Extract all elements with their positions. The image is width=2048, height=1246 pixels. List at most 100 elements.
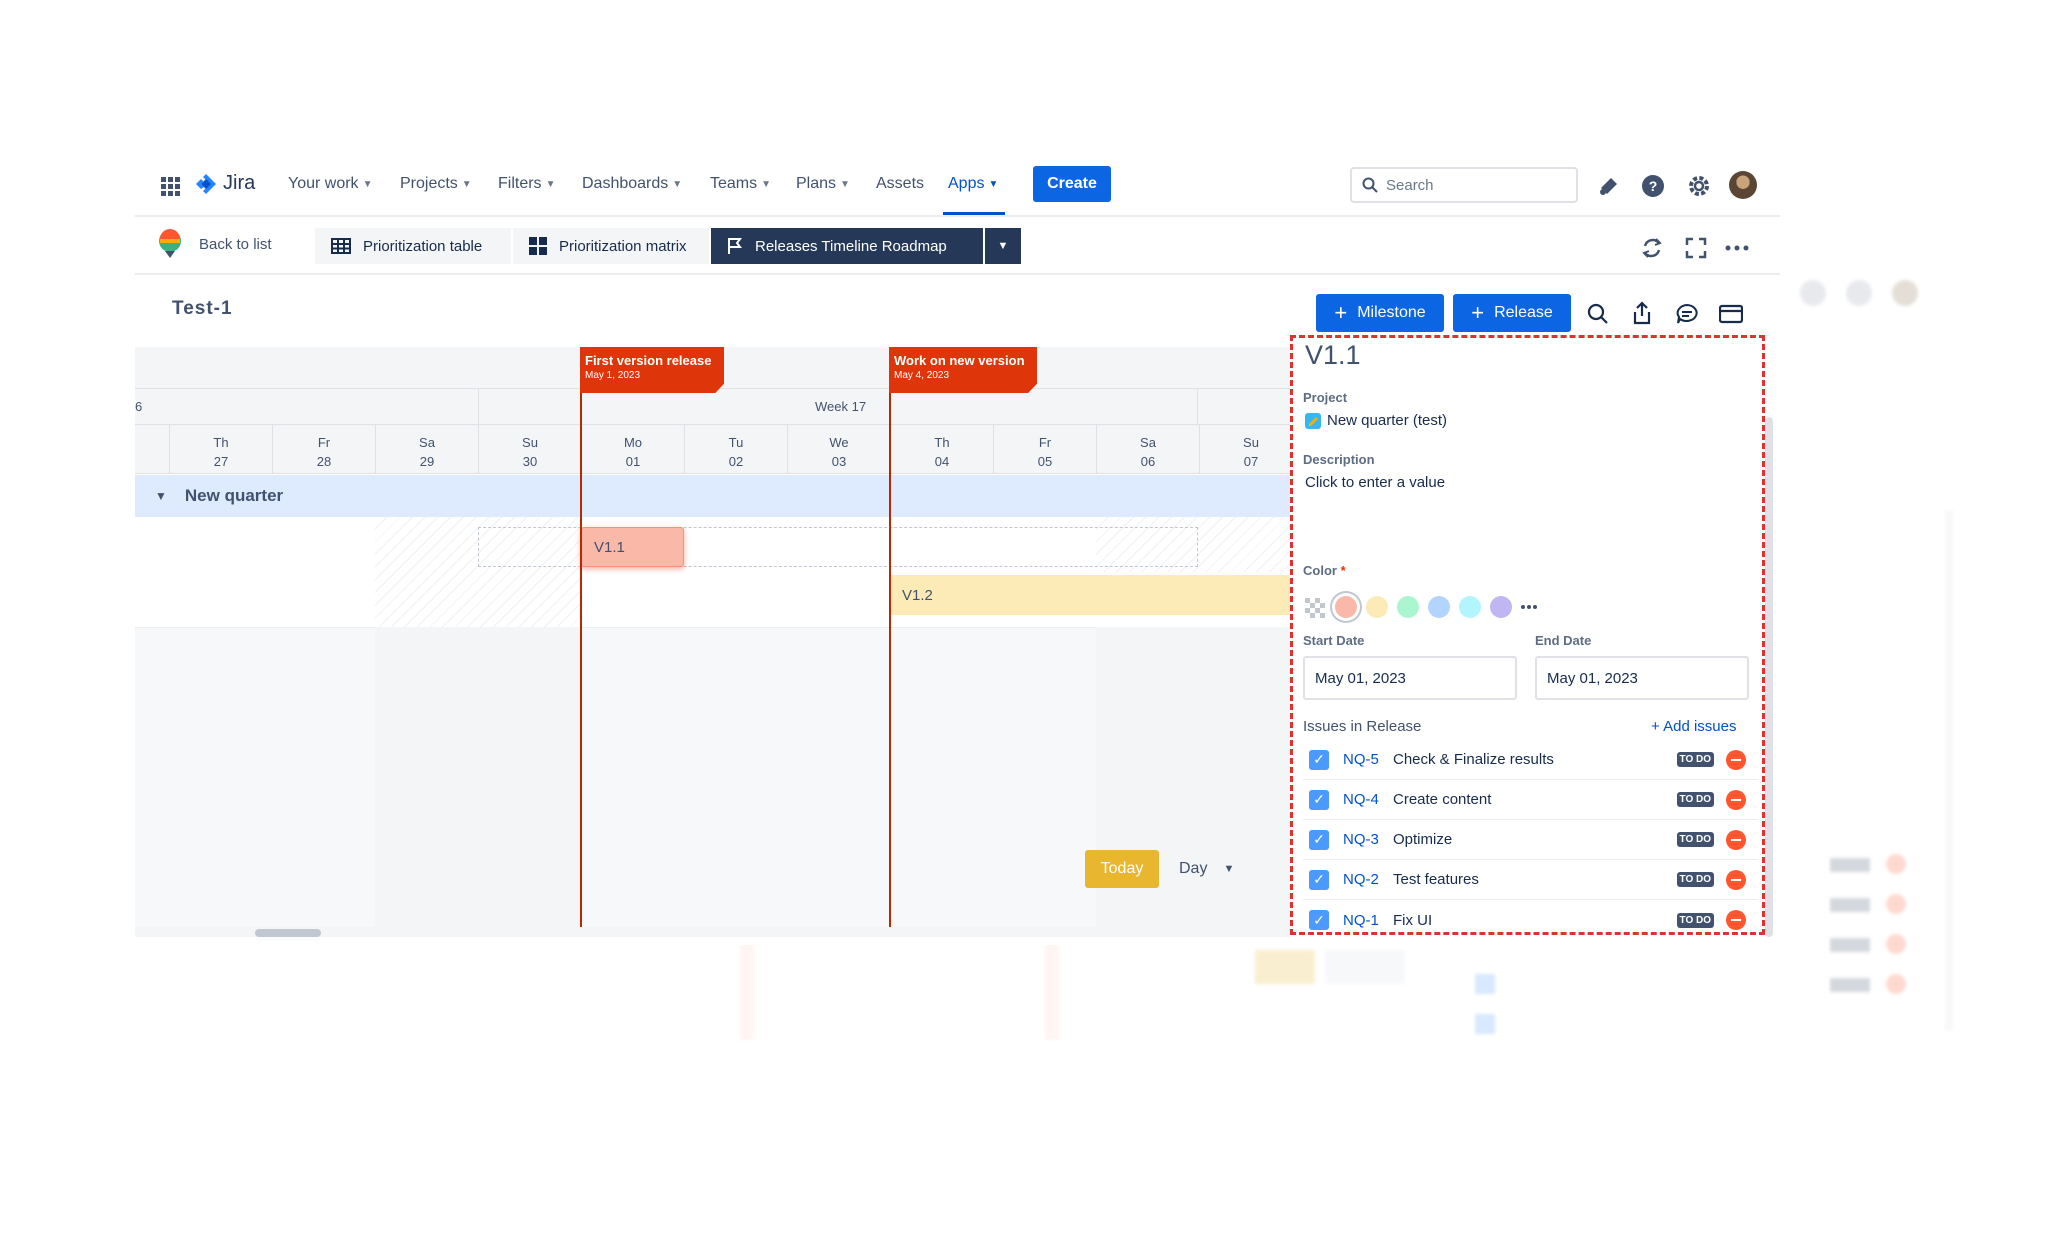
milestone-title: Work on new version bbox=[894, 353, 1025, 368]
chevron-down-icon[interactable]: ▼ bbox=[155, 489, 167, 503]
tab-label: Prioritization table bbox=[363, 237, 483, 255]
timeline-week-row: 6 Week 17 bbox=[135, 389, 1290, 425]
refresh-icon[interactable] bbox=[1641, 237, 1663, 259]
jira-logo[interactable]: Jira bbox=[195, 172, 255, 195]
start-date-label: Start Date bbox=[1303, 633, 1365, 648]
milestone-date: May 1, 2023 bbox=[585, 370, 641, 381]
nav-label: Apps bbox=[948, 175, 985, 192]
issue-checkbox[interactable]: ✓ bbox=[1309, 829, 1329, 850]
issue-key-link[interactable]: NQ-1 bbox=[1343, 912, 1393, 929]
nav-teams[interactable]: Teams ▼ bbox=[710, 175, 771, 193]
more-colors-icon[interactable] bbox=[1521, 604, 1537, 610]
tab-menu-dropdown[interactable]: ▼ bbox=[985, 228, 1021, 264]
nav-projects[interactable]: Projects ▼ bbox=[400, 175, 472, 193]
color-swatch[interactable] bbox=[1428, 596, 1450, 618]
issue-row[interactable]: ✓ NQ-5 Check & Finalize results TO DO bbox=[1303, 740, 1758, 780]
search-icon[interactable] bbox=[1587, 303, 1609, 325]
remove-issue-icon[interactable] bbox=[1726, 829, 1746, 850]
issue-checkbox[interactable]: ✓ bbox=[1309, 869, 1329, 890]
color-swatch[interactable] bbox=[1397, 596, 1419, 618]
week-divider bbox=[478, 389, 479, 425]
remove-issue-icon[interactable] bbox=[1726, 789, 1746, 810]
weekend-column bbox=[1096, 627, 1290, 937]
app-switcher-icon[interactable] bbox=[161, 177, 181, 197]
nav-apps[interactable]: Apps ▼ bbox=[948, 175, 998, 193]
back-to-list-button[interactable]: Back to list bbox=[157, 229, 272, 259]
issue-row[interactable]: ✓ NQ-4 Create content TO DO bbox=[1303, 780, 1758, 820]
description-field[interactable]: Click to enter a value bbox=[1305, 474, 1745, 544]
fullscreen-icon[interactable] bbox=[1685, 237, 1707, 259]
add-milestone-button[interactable]: + Milestone bbox=[1316, 294, 1444, 332]
comment-icon[interactable] bbox=[1675, 303, 1699, 325]
start-date-input[interactable]: May 01, 2023 bbox=[1303, 656, 1517, 700]
issue-key-link[interactable]: NQ-4 bbox=[1343, 791, 1393, 808]
zoom-level-select[interactable]: Day ▼ bbox=[1165, 850, 1257, 888]
day-cell: Fr 05 bbox=[993, 425, 1096, 474]
tab-releases-timeline-roadmap[interactable]: Releases Timeline Roadmap bbox=[711, 228, 983, 264]
nav-label: Dashboards bbox=[582, 175, 669, 192]
vertical-scrollbar[interactable] bbox=[1765, 417, 1773, 937]
settings-gear-icon[interactable] bbox=[1687, 174, 1711, 198]
project-value[interactable]: New quarter (test) bbox=[1305, 412, 1447, 429]
user-avatar[interactable] bbox=[1729, 171, 1757, 199]
release-title[interactable]: V1.1 bbox=[1305, 340, 1361, 371]
active-nav-indicator bbox=[943, 212, 1005, 215]
issue-key-link[interactable]: NQ-2 bbox=[1343, 871, 1393, 888]
color-swatch[interactable] bbox=[1366, 596, 1388, 618]
status-badge: TO DO bbox=[1676, 872, 1714, 887]
issue-row[interactable]: ✓ NQ-2 Test features TO DO bbox=[1303, 860, 1758, 900]
milestone-line bbox=[580, 347, 582, 937]
horizontal-scrollbar[interactable] bbox=[255, 929, 321, 937]
create-button[interactable]: Create bbox=[1033, 166, 1111, 202]
nav-filters[interactable]: Filters ▼ bbox=[498, 175, 555, 193]
day-cell: Sa 29 bbox=[375, 425, 478, 474]
nav-label: Plans bbox=[796, 175, 837, 192]
nav-your-work[interactable]: Your work ▼ bbox=[288, 175, 372, 193]
issue-summary: Optimize bbox=[1393, 831, 1453, 848]
release-bar-v1-1[interactable]: V1.1 bbox=[581, 527, 684, 567]
remove-issue-icon[interactable] bbox=[1726, 869, 1746, 890]
chevron-down-icon: ▼ bbox=[545, 178, 556, 190]
top-navigation: Jira Your work ▼ Projects ▼ Filters ▼ Dashb… bbox=[135, 155, 1780, 217]
chevron-down-icon: ▼ bbox=[761, 178, 772, 190]
issue-checkbox[interactable]: ✓ bbox=[1309, 749, 1329, 770]
issue-key-link[interactable]: NQ-3 bbox=[1343, 831, 1393, 848]
issue-checkbox[interactable]: ✓ bbox=[1309, 910, 1329, 930]
project-name: New quarter (test) bbox=[1327, 412, 1448, 429]
group-row-new-quarter[interactable]: ▼ New quarter bbox=[135, 475, 1290, 517]
back-label: Back to list bbox=[199, 235, 272, 253]
day-cell: Su 30 bbox=[478, 425, 581, 474]
milestone-first-version-release[interactable]: First version release May 1, 2023 bbox=[580, 347, 724, 393]
matrix-icon bbox=[529, 237, 547, 255]
remove-issue-icon[interactable] bbox=[1726, 749, 1746, 770]
issue-checkbox[interactable]: ✓ bbox=[1309, 789, 1329, 810]
issue-row[interactable]: ✓ NQ-1 Fix UI TO DO bbox=[1303, 900, 1758, 932]
search-input[interactable]: Search bbox=[1350, 167, 1578, 203]
share-export-icon[interactable] bbox=[1632, 301, 1652, 325]
color-swatch[interactable] bbox=[1490, 596, 1512, 618]
nav-assets[interactable]: Assets bbox=[876, 175, 924, 193]
tab-prioritization-matrix[interactable]: Prioritization matrix bbox=[513, 228, 709, 264]
milestone-work-on-new-version[interactable]: Work on new version May 4, 2023 bbox=[889, 347, 1037, 393]
release-bar-v1-2[interactable]: V1.2 bbox=[890, 575, 1290, 615]
panel-toggle-icon[interactable] bbox=[1719, 304, 1743, 324]
color-swatch[interactable] bbox=[1459, 596, 1481, 618]
transparent-color-icon[interactable] bbox=[1305, 598, 1325, 618]
color-swatch-selected[interactable] bbox=[1335, 596, 1357, 618]
add-issues-link[interactable]: + Add issues bbox=[1651, 718, 1736, 735]
notifications-icon[interactable] bbox=[1597, 174, 1621, 198]
tab-prioritization-table[interactable]: Prioritization table bbox=[315, 228, 511, 264]
issue-row[interactable]: ✓ NQ-3 Optimize TO DO bbox=[1303, 820, 1758, 860]
nav-dashboards[interactable]: Dashboards ▼ bbox=[582, 175, 682, 193]
help-icon[interactable]: ? bbox=[1641, 174, 1665, 198]
today-button[interactable]: Today bbox=[1085, 850, 1159, 888]
table-icon bbox=[331, 238, 351, 254]
add-release-button[interactable]: + Release bbox=[1453, 294, 1571, 332]
more-options-icon[interactable] bbox=[1725, 245, 1749, 251]
remove-issue-icon[interactable] bbox=[1726, 910, 1746, 930]
project-label: Project bbox=[1303, 390, 1348, 405]
issue-key-link[interactable]: NQ-5 bbox=[1343, 751, 1393, 768]
day-cell: Fr 28 bbox=[272, 425, 375, 474]
nav-plans[interactable]: Plans ▼ bbox=[796, 175, 850, 193]
end-date-input[interactable]: May 01, 2023 bbox=[1535, 656, 1749, 700]
